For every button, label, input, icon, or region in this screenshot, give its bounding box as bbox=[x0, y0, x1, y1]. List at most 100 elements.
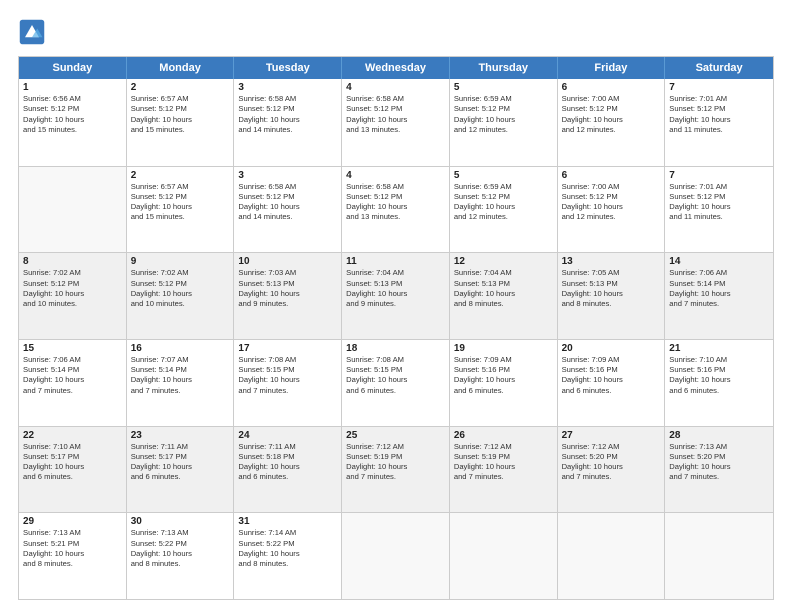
day-number: 7 bbox=[669, 170, 769, 181]
week-row-1: 2Sunrise: 6:57 AM Sunset: 5:12 PM Daylig… bbox=[19, 166, 773, 253]
day-number: 12 bbox=[454, 256, 553, 267]
cal-cell-1-2: 3Sunrise: 6:58 AM Sunset: 5:12 PM Daylig… bbox=[234, 167, 342, 253]
day-number: 9 bbox=[131, 256, 230, 267]
header-tuesday: Tuesday bbox=[234, 57, 342, 79]
logo-icon bbox=[18, 18, 46, 46]
cal-cell-3-0: 15Sunrise: 7:06 AM Sunset: 5:14 PM Dayli… bbox=[19, 340, 127, 426]
cal-cell-4-4: 26Sunrise: 7:12 AM Sunset: 5:19 PM Dayli… bbox=[450, 427, 558, 513]
cell-content: Sunrise: 7:08 AM Sunset: 5:15 PM Dayligh… bbox=[346, 355, 445, 396]
cell-content: Sunrise: 7:13 AM Sunset: 5:20 PM Dayligh… bbox=[669, 442, 769, 483]
cell-content: Sunrise: 7:09 AM Sunset: 5:16 PM Dayligh… bbox=[454, 355, 553, 396]
cell-content: Sunrise: 7:13 AM Sunset: 5:21 PM Dayligh… bbox=[23, 528, 122, 569]
cal-cell-5-6 bbox=[665, 513, 773, 599]
cal-cell-0-1: 2Sunrise: 6:57 AM Sunset: 5:12 PM Daylig… bbox=[127, 79, 235, 166]
day-number: 16 bbox=[131, 343, 230, 354]
week-row-5: 29Sunrise: 7:13 AM Sunset: 5:21 PM Dayli… bbox=[19, 512, 773, 599]
cell-content: Sunrise: 7:04 AM Sunset: 5:13 PM Dayligh… bbox=[454, 268, 553, 309]
cell-content: Sunrise: 7:00 AM Sunset: 5:12 PM Dayligh… bbox=[562, 94, 661, 135]
cal-cell-0-2: 3Sunrise: 6:58 AM Sunset: 5:12 PM Daylig… bbox=[234, 79, 342, 166]
day-number: 27 bbox=[562, 430, 661, 441]
day-number: 17 bbox=[238, 343, 337, 354]
cell-content: Sunrise: 6:58 AM Sunset: 5:12 PM Dayligh… bbox=[346, 94, 445, 135]
cell-content: Sunrise: 7:09 AM Sunset: 5:16 PM Dayligh… bbox=[562, 355, 661, 396]
day-number: 21 bbox=[669, 343, 769, 354]
cell-content: Sunrise: 7:01 AM Sunset: 5:12 PM Dayligh… bbox=[669, 94, 769, 135]
header-friday: Friday bbox=[558, 57, 666, 79]
cal-cell-2-5: 13Sunrise: 7:05 AM Sunset: 5:13 PM Dayli… bbox=[558, 253, 666, 339]
cal-cell-4-2: 24Sunrise: 7:11 AM Sunset: 5:18 PM Dayli… bbox=[234, 427, 342, 513]
cell-content: Sunrise: 6:59 AM Sunset: 5:12 PM Dayligh… bbox=[454, 94, 553, 135]
day-number: 18 bbox=[346, 343, 445, 354]
calendar-header: Sunday Monday Tuesday Wednesday Thursday… bbox=[19, 57, 773, 79]
cal-cell-5-0: 29Sunrise: 7:13 AM Sunset: 5:21 PM Dayli… bbox=[19, 513, 127, 599]
cell-content: Sunrise: 7:06 AM Sunset: 5:14 PM Dayligh… bbox=[669, 268, 769, 309]
cell-content: Sunrise: 7:08 AM Sunset: 5:15 PM Dayligh… bbox=[238, 355, 337, 396]
week-row-4: 22Sunrise: 7:10 AM Sunset: 5:17 PM Dayli… bbox=[19, 426, 773, 513]
cal-cell-2-6: 14Sunrise: 7:06 AM Sunset: 5:14 PM Dayli… bbox=[665, 253, 773, 339]
logo bbox=[18, 18, 50, 46]
cal-cell-0-6: 7Sunrise: 7:01 AM Sunset: 5:12 PM Daylig… bbox=[665, 79, 773, 166]
cell-content: Sunrise: 7:07 AM Sunset: 5:14 PM Dayligh… bbox=[131, 355, 230, 396]
cell-content: Sunrise: 7:00 AM Sunset: 5:12 PM Dayligh… bbox=[562, 182, 661, 223]
cal-cell-1-4: 5Sunrise: 6:59 AM Sunset: 5:12 PM Daylig… bbox=[450, 167, 558, 253]
cell-content: Sunrise: 7:12 AM Sunset: 5:19 PM Dayligh… bbox=[346, 442, 445, 483]
cell-content: Sunrise: 6:57 AM Sunset: 5:12 PM Dayligh… bbox=[131, 182, 230, 223]
day-number: 24 bbox=[238, 430, 337, 441]
day-number: 2 bbox=[131, 170, 230, 181]
cal-cell-0-0: 1Sunrise: 6:56 AM Sunset: 5:12 PM Daylig… bbox=[19, 79, 127, 166]
cell-content: Sunrise: 7:01 AM Sunset: 5:12 PM Dayligh… bbox=[669, 182, 769, 223]
calendar: Sunday Monday Tuesday Wednesday Thursday… bbox=[18, 56, 774, 600]
cell-content: Sunrise: 7:11 AM Sunset: 5:17 PM Dayligh… bbox=[131, 442, 230, 483]
cal-cell-1-6: 7Sunrise: 7:01 AM Sunset: 5:12 PM Daylig… bbox=[665, 167, 773, 253]
day-number: 25 bbox=[346, 430, 445, 441]
week-row-3: 15Sunrise: 7:06 AM Sunset: 5:14 PM Dayli… bbox=[19, 339, 773, 426]
cell-content: Sunrise: 7:11 AM Sunset: 5:18 PM Dayligh… bbox=[238, 442, 337, 483]
day-number: 5 bbox=[454, 82, 553, 93]
cell-content: Sunrise: 7:14 AM Sunset: 5:22 PM Dayligh… bbox=[238, 528, 337, 569]
cell-content: Sunrise: 7:13 AM Sunset: 5:22 PM Dayligh… bbox=[131, 528, 230, 569]
cal-cell-2-3: 11Sunrise: 7:04 AM Sunset: 5:13 PM Dayli… bbox=[342, 253, 450, 339]
cell-content: Sunrise: 7:02 AM Sunset: 5:12 PM Dayligh… bbox=[131, 268, 230, 309]
day-number: 20 bbox=[562, 343, 661, 354]
cell-content: Sunrise: 7:05 AM Sunset: 5:13 PM Dayligh… bbox=[562, 268, 661, 309]
day-number: 11 bbox=[346, 256, 445, 267]
cell-content: Sunrise: 6:57 AM Sunset: 5:12 PM Dayligh… bbox=[131, 94, 230, 135]
page: Sunday Monday Tuesday Wednesday Thursday… bbox=[0, 0, 792, 612]
cell-content: Sunrise: 6:58 AM Sunset: 5:12 PM Dayligh… bbox=[238, 182, 337, 223]
cell-content: Sunrise: 7:12 AM Sunset: 5:19 PM Dayligh… bbox=[454, 442, 553, 483]
header-monday: Monday bbox=[127, 57, 235, 79]
cal-cell-4-6: 28Sunrise: 7:13 AM Sunset: 5:20 PM Dayli… bbox=[665, 427, 773, 513]
day-number: 23 bbox=[131, 430, 230, 441]
cal-cell-5-5 bbox=[558, 513, 666, 599]
cal-cell-3-3: 18Sunrise: 7:08 AM Sunset: 5:15 PM Dayli… bbox=[342, 340, 450, 426]
cell-content: Sunrise: 6:59 AM Sunset: 5:12 PM Dayligh… bbox=[454, 182, 553, 223]
day-number: 8 bbox=[23, 256, 122, 267]
cal-cell-2-4: 12Sunrise: 7:04 AM Sunset: 5:13 PM Dayli… bbox=[450, 253, 558, 339]
day-number: 5 bbox=[454, 170, 553, 181]
week-row-2: 8 Sunrise: 7:02 AM Sunset: 5:12 PM Daylig… bbox=[19, 252, 773, 339]
day-number: 13 bbox=[562, 256, 661, 267]
cell-content: Sunrise: 7:10 AM Sunset: 5:16 PM Dayligh… bbox=[669, 355, 769, 396]
cal-cell-0-3: 4Sunrise: 6:58 AM Sunset: 5:12 PM Daylig… bbox=[342, 79, 450, 166]
day-number: 7 bbox=[669, 82, 769, 93]
cell-content: Sunrise: 7:06 AM Sunset: 5:14 PM Dayligh… bbox=[23, 355, 122, 396]
cal-cell-2-1: 9Sunrise: 7:02 AM Sunset: 5:12 PM Daylig… bbox=[127, 253, 235, 339]
cal-cell-4-3: 25Sunrise: 7:12 AM Sunset: 5:19 PM Dayli… bbox=[342, 427, 450, 513]
cal-cell-1-5: 6Sunrise: 7:00 AM Sunset: 5:12 PM Daylig… bbox=[558, 167, 666, 253]
day-number: 2 bbox=[131, 82, 230, 93]
cell-content: Sunrise: 7:04 AM Sunset: 5:13 PM Dayligh… bbox=[346, 268, 445, 309]
cell-content: Sunrise: 7:12 AM Sunset: 5:20 PM Dayligh… bbox=[562, 442, 661, 483]
header bbox=[18, 18, 774, 46]
cal-cell-1-1: 2Sunrise: 6:57 AM Sunset: 5:12 PM Daylig… bbox=[127, 167, 235, 253]
cal-cell-5-2: 31Sunrise: 7:14 AM Sunset: 5:22 PM Dayli… bbox=[234, 513, 342, 599]
header-thursday: Thursday bbox=[450, 57, 558, 79]
cal-cell-4-1: 23Sunrise: 7:11 AM Sunset: 5:17 PM Dayli… bbox=[127, 427, 235, 513]
cal-cell-0-5: 6Sunrise: 7:00 AM Sunset: 5:12 PM Daylig… bbox=[558, 79, 666, 166]
cell-content: Sunrise: 6:58 AM Sunset: 5:12 PM Dayligh… bbox=[238, 94, 337, 135]
cal-cell-2-0: 8Sunrise: 7:02 AM Sunset: 5:12 PM Daylig… bbox=[19, 253, 127, 339]
day-number: 28 bbox=[669, 430, 769, 441]
cal-cell-3-2: 17Sunrise: 7:08 AM Sunset: 5:15 PM Dayli… bbox=[234, 340, 342, 426]
cal-cell-3-6: 21Sunrise: 7:10 AM Sunset: 5:16 PM Dayli… bbox=[665, 340, 773, 426]
cal-cell-5-4 bbox=[450, 513, 558, 599]
cell-content: Sunrise: 7:03 AM Sunset: 5:13 PM Dayligh… bbox=[238, 268, 337, 309]
